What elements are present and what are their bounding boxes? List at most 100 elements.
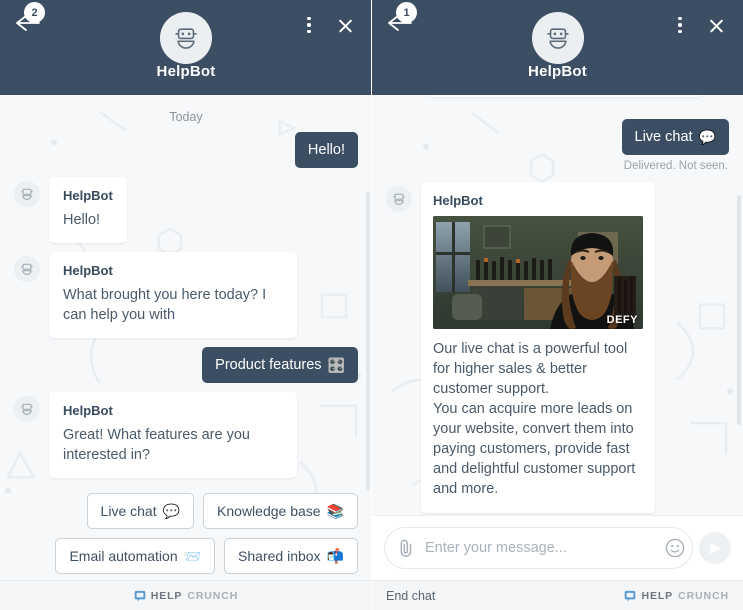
message-text: Great! What features are you interested … <box>63 427 250 464</box>
close-icon <box>337 17 354 34</box>
outgoing-bubble: Hello! <box>294 132 358 169</box>
robot-avatar-icon <box>21 263 33 276</box>
avatar <box>14 396 40 423</box>
avatar <box>531 12 584 64</box>
quick-reply-label: Shared inbox <box>238 548 321 565</box>
quick-reply-email-automation[interactable]: Email automation 📨 <box>55 538 216 575</box>
right-footer-brand: End chat HELP CRUNCH <box>372 580 743 610</box>
message-row: HelpBot Great! What features are you int… <box>14 392 358 479</box>
chat-title: HelpBot <box>528 63 587 80</box>
quick-reply-group: Live chat 💬 Knowledge base 📚 Email autom… <box>14 487 358 575</box>
avatar <box>160 12 212 64</box>
avatar <box>14 256 40 283</box>
right-chat-header: 1 HelpBot <box>372 0 743 95</box>
left-footer-brand: HELP CRUNCH <box>0 580 372 610</box>
header-actions <box>667 12 729 38</box>
quick-reply-live-chat[interactable]: Live chat 💬 <box>86 493 195 530</box>
message-row: Product features 🎛️ <box>14 347 358 384</box>
chat-title: HelpBot <box>156 63 216 80</box>
close-icon <box>708 17 725 34</box>
message-list: Live chat 💬 Delivered. Not seen. HelpBot… <box>386 95 729 515</box>
close-button[interactable] <box>332 12 358 38</box>
more-options-icon <box>678 16 682 34</box>
delivery-status: Delivered. Not seen. <box>623 160 728 173</box>
outgoing-bubble: Product features 🎛️ <box>202 347 358 384</box>
more-options-icon <box>307 16 311 34</box>
brand-text-second: CRUNCH <box>187 589 239 602</box>
more-options-button[interactable] <box>296 12 322 38</box>
emoji-button[interactable] <box>664 537 686 559</box>
bearded-man-gif[interactable]: DEFY <box>433 216 643 330</box>
message-row: HelpBot What brought you here today? I c… <box>14 252 358 339</box>
speech-balloon-icon: 💬 <box>162 503 181 520</box>
message-list: Today Hello! HelpBot Hello! HelpBot What… <box>14 95 358 580</box>
speech-balloon-icon: 💬 <box>698 129 716 146</box>
unread-badge: 2 <box>24 2 45 23</box>
avatar <box>386 186 412 213</box>
sender-name: HelpBot <box>63 263 113 279</box>
incoming-bubble: HelpBot Hello! <box>49 177 127 244</box>
message-row: Hello! <box>14 132 358 169</box>
mailbox-icon: 📬 <box>326 548 344 565</box>
incoming-envelope-icon: 📨 <box>183 548 202 565</box>
brand-text-second: CRUNCH <box>678 589 729 602</box>
helpcrunch-logo-icon <box>134 590 146 601</box>
quick-reply-label: Knowledge base <box>217 503 321 520</box>
sender-name: HelpBot <box>63 188 113 204</box>
send-button[interactable] <box>699 532 731 564</box>
attach-button[interactable] <box>397 538 415 558</box>
helpcrunch-brand[interactable]: HELP CRUNCH <box>624 590 729 602</box>
helpcrunch-logo-icon <box>625 590 636 601</box>
clipped-previous-bubble <box>426 95 703 97</box>
smiley-icon <box>665 538 685 558</box>
message-composer <box>372 515 743 580</box>
books-icon: 📚 <box>326 503 344 520</box>
message-row: HelpBot Hello! <box>14 177 358 244</box>
outgoing-bubble: Live chat 💬 <box>621 119 729 156</box>
quick-reply-label: Email automation <box>69 548 178 565</box>
unread-badge: 1 <box>396 2 417 23</box>
quick-reply-knowledge-base[interactable]: Knowledge base 📚 <box>203 493 358 530</box>
day-separator: Today <box>169 110 203 124</box>
quick-reply-label: Live chat <box>100 503 157 520</box>
robot-avatar-icon <box>21 188 33 201</box>
robot-avatar-icon <box>546 28 569 49</box>
scrollbar[interactable] <box>737 195 741 425</box>
robot-avatar-icon <box>21 404 33 416</box>
message-row: Live chat 💬 <box>386 119 729 156</box>
scrollbar[interactable] <box>366 191 370 491</box>
right-chat-body: Live chat 💬 Delivered. Not seen. HelpBot… <box>372 95 743 515</box>
watermark: DEFY <box>606 314 638 327</box>
message-input[interactable] <box>415 540 664 556</box>
sender-name: HelpBot <box>433 193 483 209</box>
media-message-bubble: HelpBot DEFY Our live chat is a powerful… <box>421 182 655 514</box>
paperclip-icon <box>400 539 412 557</box>
dual-chat-screenshot: 2 HelpBot Today Hello! HelpBot Hello! He… <box>0 0 743 610</box>
message-text: What brought you here today? I can help … <box>63 287 267 324</box>
more-options-button[interactable] <box>667 12 693 38</box>
media-message-text: Our live chat is a powerful tool for hig… <box>433 341 636 498</box>
slider-emoji-icon: 🎛️ <box>327 357 345 374</box>
end-chat-button[interactable]: End chat <box>386 589 435 603</box>
message-text: Live chat <box>634 129 693 145</box>
brand-text-first: HELP <box>641 589 674 602</box>
header-actions <box>296 12 358 38</box>
quick-reply-shared-inbox[interactable]: Shared inbox 📬 <box>224 538 358 575</box>
right-chat-panel: 1 HelpBot Live chat 💬 Delivered. Not see… <box>372 0 743 610</box>
panel-divider <box>371 0 372 610</box>
robot-avatar-icon <box>175 28 197 49</box>
composer-field-wrap <box>384 527 693 569</box>
close-button[interactable] <box>703 12 729 38</box>
brand-text-first: HELP <box>150 589 183 602</box>
message-text: Product features <box>215 357 322 374</box>
incoming-bubble: HelpBot What brought you here today? I c… <box>49 252 297 339</box>
avatar <box>14 181 40 208</box>
message-text: Hello! <box>63 212 101 229</box>
message-text: Hello! <box>307 142 345 158</box>
left-chat-panel: 2 HelpBot Today Hello! HelpBot Hello! He… <box>0 0 372 610</box>
message-row: HelpBot DEFY Our live chat is a powerful… <box>386 182 729 514</box>
helpcrunch-brand[interactable]: HELP CRUNCH <box>134 590 239 602</box>
left-chat-body: Today Hello! HelpBot Hello! HelpBot What… <box>0 95 372 580</box>
incoming-bubble: HelpBot Great! What features are you int… <box>49 392 297 479</box>
sender-name: HelpBot <box>63 403 113 419</box>
